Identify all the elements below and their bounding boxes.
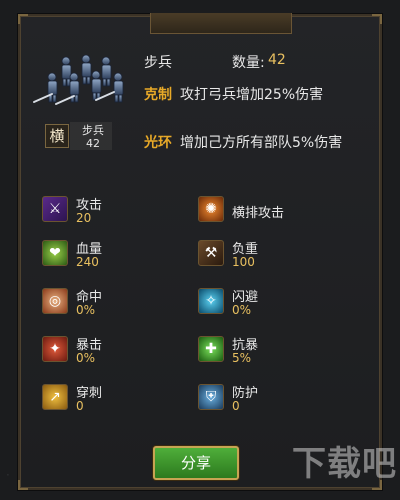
stat-name: 横排攻击 <box>232 206 285 221</box>
stat-value: 5% <box>232 351 252 365</box>
stat-value: 240 <box>76 255 99 269</box>
row-attack-icon: ✺ <box>198 196 224 222</box>
corner-ornament <box>372 14 382 24</box>
stat-value: 0 <box>232 399 240 413</box>
corner-ornament <box>18 14 28 24</box>
stat-value: 100 <box>232 255 255 269</box>
unit-type-badge: 横 <box>45 124 69 148</box>
aura-text: 增加己方所有部队5%伤害 <box>180 135 343 151</box>
share-button[interactable]: 分享 <box>153 446 239 480</box>
counter-text: 攻打弓兵增加25%伤害 <box>180 87 324 103</box>
stat-value: 0% <box>232 303 252 317</box>
target-icon: ◎ <box>42 288 68 314</box>
crit-icon: ✦ <box>42 336 68 362</box>
sword-icon: ⚔ <box>42 196 68 222</box>
cart-icon: ⚒ <box>198 240 224 266</box>
anti-crit-icon: ✚ <box>198 336 224 362</box>
background-text: · <box>6 468 10 482</box>
badge-unit-name: 步兵 <box>82 124 104 137</box>
heart-icon: ❤ <box>42 240 68 266</box>
unit-name: 步兵 <box>144 55 172 71</box>
quantity-value: 42 <box>268 52 286 68</box>
shield-icon: ⛨ <box>198 384 224 410</box>
corner-ornament <box>18 480 28 490</box>
stat-value: 0% <box>76 303 96 317</box>
watermark-logo: 下载吧 <box>292 444 397 484</box>
infantry-unit-image <box>33 54 124 105</box>
stat-value: 0% <box>76 351 96 365</box>
stat-value: 0 <box>76 399 84 413</box>
aura-tag: 光环 <box>144 135 172 151</box>
panel-title-tab <box>150 13 292 34</box>
quantity-label: 数量: <box>232 55 265 71</box>
dodge-icon: ✧ <box>198 288 224 314</box>
pierce-icon: ↗ <box>42 384 68 410</box>
counter-tag: 克制 <box>144 87 172 103</box>
stat-value: 20 <box>76 211 92 225</box>
badge-unit-count: 42 <box>86 137 100 150</box>
